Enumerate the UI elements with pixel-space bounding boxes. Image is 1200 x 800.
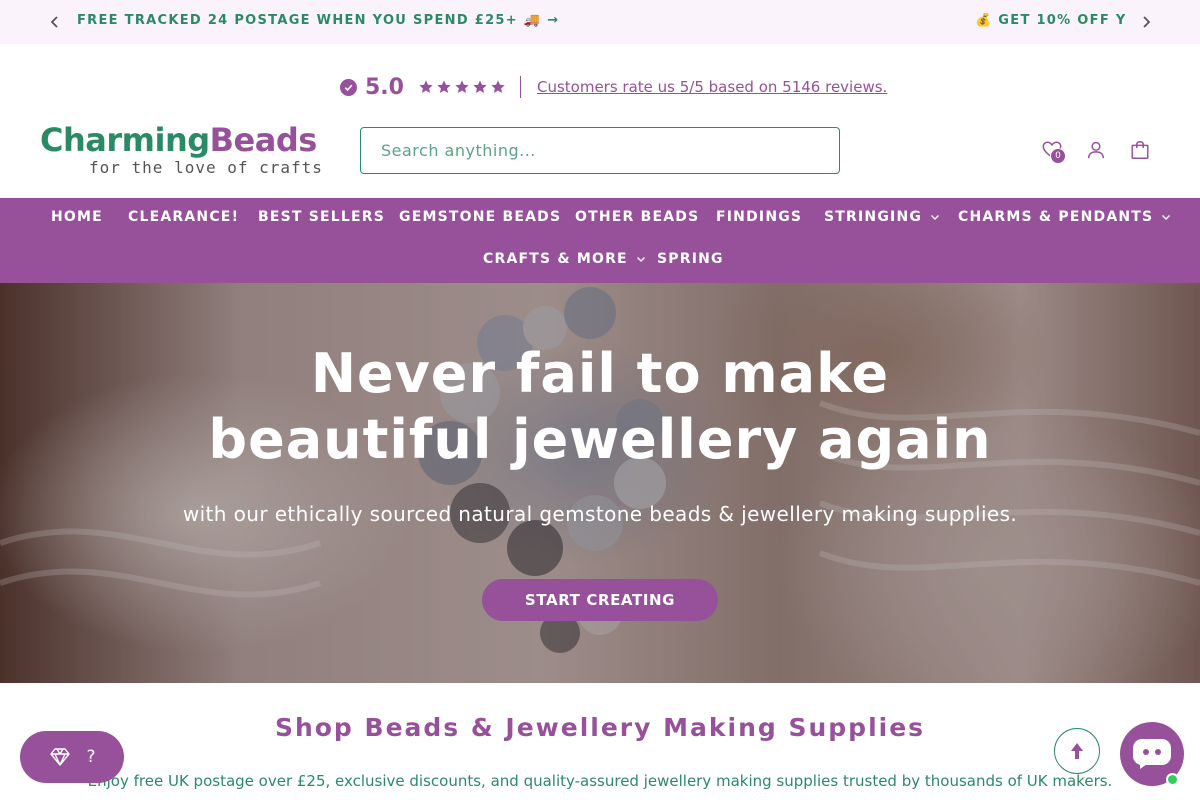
hero-subtitle: with our ethically sourced natural gemst… bbox=[182, 502, 1018, 526]
star-icon bbox=[437, 80, 451, 93]
nav-item-label: STRINGING bbox=[824, 209, 923, 225]
nav-item-other-beads[interactable]: OTHER BEADS bbox=[575, 209, 699, 225]
announcement-message-discount[interactable]: 💰 GET 10% OFF YOUR FIRST ORDER bbox=[975, 13, 1125, 28]
star-icon bbox=[491, 80, 505, 93]
nav-item-gemstone-beads[interactable]: GEMSTONE BEADS bbox=[399, 209, 561, 225]
announcement-message-postage[interactable]: FREE TRACKED 24 POSTAGE WHEN YOU SPEND £… bbox=[77, 13, 559, 28]
section-title: Shop Beads & Jewellery Making Supplies bbox=[274, 713, 926, 742]
divider bbox=[519, 76, 521, 98]
section-subtitle: Enjoy free UK postage over £25, exclusiv… bbox=[87, 772, 1113, 790]
main-navigation: HOME CLEARANCE! BEST SELLERS GEMSTONE BE… bbox=[0, 198, 1200, 283]
reviews-link[interactable]: Customers rate us 5/5 based on 5146 revi… bbox=[537, 78, 887, 96]
rewards-label: ? bbox=[86, 747, 96, 767]
announcement-next-button[interactable] bbox=[1134, 10, 1158, 34]
announcement-message-text: FREE TRACKED 24 POSTAGE WHEN YOU SPEND £… bbox=[77, 13, 542, 28]
star-icon bbox=[473, 80, 487, 93]
diamond-icon bbox=[50, 748, 71, 766]
site-logo[interactable]: CharmingBeads for the love of crafts bbox=[40, 121, 323, 184]
search-input[interactable] bbox=[360, 127, 840, 174]
logo-wordmark: CharmingBeads bbox=[40, 121, 317, 159]
chevron-down-icon bbox=[931, 215, 940, 220]
chevron-down-icon bbox=[1162, 215, 1171, 220]
chevron-down-icon bbox=[636, 257, 645, 262]
bag-icon bbox=[1131, 141, 1149, 159]
nav-item-label: GEMSTONE BEADS bbox=[399, 209, 562, 225]
rating-stars bbox=[418, 79, 506, 95]
back-to-top-button[interactable] bbox=[1054, 728, 1100, 774]
announcement-bar: FREE TRACKED 24 POSTAGE WHEN YOU SPEND £… bbox=[0, 0, 1200, 44]
wishlist-button[interactable]: 0 bbox=[1039, 137, 1066, 164]
nav-item-best-sellers[interactable]: BEST SELLERS bbox=[258, 209, 385, 225]
rating-summary: 5.0 Customers rate us 5/5 based on 5146 … bbox=[340, 72, 887, 102]
hero-title-line-1: Never fail to make bbox=[310, 342, 890, 405]
account-button[interactable] bbox=[1083, 137, 1109, 163]
nav-item-label: BEST SELLERS bbox=[258, 209, 386, 225]
nav-item-crafts-more[interactable]: CRAFTS & MORE bbox=[483, 251, 646, 267]
nav-item-label: SPRING bbox=[657, 251, 724, 267]
nav-item-home[interactable]: HOME bbox=[51, 209, 103, 225]
nav-item-label: FINDINGS bbox=[716, 209, 803, 225]
star-icon bbox=[419, 80, 433, 93]
nav-item-clearance[interactable]: CLEARANCE! bbox=[128, 209, 239, 225]
chevron-left-icon bbox=[50, 16, 58, 28]
nav-item-spring[interactable]: SPRING bbox=[657, 251, 724, 267]
logo-tagline: for the love of crafts bbox=[89, 158, 323, 177]
logo-word-beads: Beads bbox=[209, 121, 318, 159]
nav-item-stringing[interactable]: STRINGING bbox=[824, 209, 940, 225]
hero-title-line-2: beautiful jewellery again bbox=[208, 408, 992, 471]
nav-item-label: HOME bbox=[51, 209, 103, 225]
chevron-right-icon bbox=[1143, 16, 1151, 28]
rating-score: 5.0 bbox=[365, 74, 404, 100]
nav-item-findings[interactable]: FINDINGS bbox=[716, 209, 802, 225]
user-icon bbox=[1087, 141, 1105, 159]
nav-item-label: CRAFTS & MORE bbox=[483, 251, 628, 267]
logo-word-charming: Charming bbox=[40, 121, 210, 159]
nav-item-label: CHARMS & PENDANTS bbox=[958, 209, 1154, 225]
cart-button[interactable] bbox=[1127, 137, 1153, 163]
verified-check-icon bbox=[340, 78, 357, 96]
rewards-button[interactable]: ? bbox=[20, 731, 124, 783]
chat-bubble-icon bbox=[1133, 739, 1171, 769]
wishlist-count-badge: 0 bbox=[1050, 148, 1066, 164]
nav-item-label: CLEARANCE! bbox=[128, 209, 240, 225]
start-creating-button[interactable]: START CREATING bbox=[482, 579, 718, 621]
arrow-up-icon bbox=[1071, 743, 1083, 759]
hero-banner: Never fail to make beautiful jewellery a… bbox=[0, 283, 1200, 683]
online-status-dot bbox=[1166, 773, 1179, 786]
arrow-right-icon: → bbox=[547, 13, 560, 28]
announcement-prev-button[interactable] bbox=[43, 10, 67, 34]
nav-item-label: OTHER BEADS bbox=[575, 209, 700, 225]
nav-item-charms-pendants[interactable]: CHARMS & PENDANTS bbox=[958, 209, 1171, 225]
star-icon bbox=[455, 80, 469, 93]
hero-title: Never fail to make beautiful jewellery a… bbox=[0, 341, 1200, 473]
